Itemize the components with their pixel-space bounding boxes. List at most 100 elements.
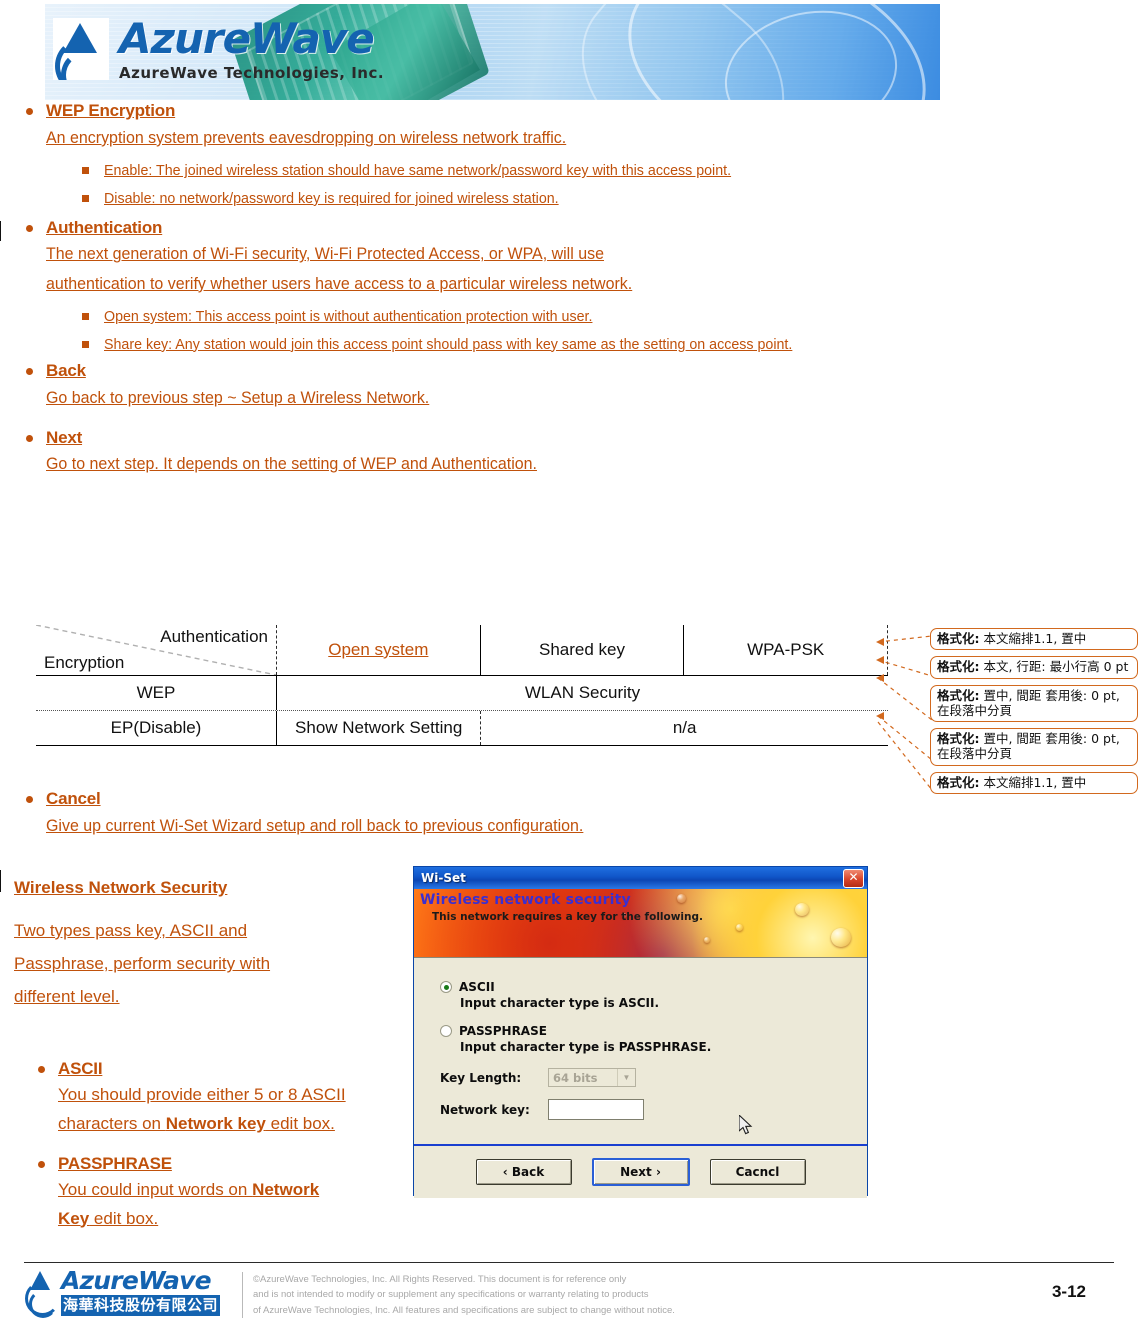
- radio-label-ascii: ASCII: [459, 980, 495, 994]
- wireless-network-security-block: Wireless Network Security Two types pass…: [14, 878, 404, 1013]
- section-body: Go to next step. It depends on the setti…: [46, 454, 537, 474]
- sub-item-text: Share key: Any station would join this a…: [104, 335, 793, 353]
- section-heading: Back: [46, 361, 86, 381]
- water-droplet-icon: [735, 924, 743, 932]
- item-bold-term: Network key: [165, 1113, 266, 1133]
- left-margin-mark-2: [0, 870, 4, 892]
- section-body-line-1: The next generation of Wi-Fi security, W…: [46, 244, 604, 264]
- format-callout-list: 格式化: 本文縮排1.1, 置中 格式化: 本文, 行距: 最小行高 0 pt …: [930, 628, 1138, 800]
- next-button[interactable]: Next ›: [591, 1158, 690, 1186]
- next-button-label: Next ›: [620, 1165, 661, 1179]
- list-item: Enable: The joined wireless station shou…: [80, 158, 1138, 185]
- sub-list: Enable: The joined wireless station shou…: [46, 158, 1138, 212]
- network-key-input[interactable]: [548, 1099, 644, 1120]
- back-button-label: ‹ Back: [502, 1165, 545, 1179]
- table-cell-na: n/a: [672, 718, 697, 737]
- encryption-authentication-table: Authentication Encryption Open system Sh…: [36, 625, 889, 746]
- key-length-value: 64 bits: [553, 1070, 598, 1085]
- format-callout: 格式化: 本文, 行距: 最小行高 0 pt: [930, 656, 1138, 679]
- banner-subtitle: This network requires a key for the foll…: [432, 911, 704, 923]
- section-body: Go back to previous step ~ Setup a Wirel…: [46, 388, 430, 408]
- table-col-shared-key: Shared key: [481, 625, 685, 675]
- table-col-open-system-label[interactable]: Open system: [328, 640, 428, 660]
- table-row: WEP WLAN Security: [36, 676, 888, 711]
- wi-set-dialog: Wi-Set ✕ Wireless network security This …: [413, 866, 868, 1198]
- page-number: 3-12: [1051, 1282, 1086, 1301]
- section-authentication: Authentication The next generation of Wi…: [0, 217, 1138, 359]
- list-item: Share key: Any station would join this a…: [80, 332, 1138, 359]
- section-wep-encryption: WEP Encryption An encryption system prev…: [0, 100, 1138, 213]
- item-body: You could input words on Network: [58, 1176, 414, 1205]
- sub-item-text: Enable: The joined wireless station shou…: [104, 162, 732, 180]
- radio-option-ascii[interactable]: ASCII: [440, 980, 867, 994]
- footer-azurewave-logo: AzureWave 海華科技股份有限公司: [24, 1266, 221, 1318]
- table-row-label-wep: WEP: [36, 676, 277, 710]
- item-bold-term-1: Network: [252, 1179, 320, 1199]
- callout-label: 格式化:: [937, 687, 980, 703]
- list-item-ascii: ASCII You should provide either 5 or 8 A…: [14, 1058, 414, 1139]
- item-heading: ASCII: [58, 1059, 103, 1078]
- network-key-row: Network key:: [440, 1099, 867, 1120]
- radio-button-ascii[interactable]: [440, 981, 452, 993]
- item-body-2: characters on Network key edit box.: [58, 1110, 414, 1139]
- callout-label: 格式化:: [937, 659, 980, 675]
- page-footer: AzureWave 海華科技股份有限公司 ©AzureWave Technolo…: [24, 1266, 1114, 1318]
- brand-tagline: AzureWave Technologies, Inc.: [119, 64, 385, 82]
- item-text-b: characters on: [58, 1113, 166, 1133]
- list-item: Open system: This access point is withou…: [80, 304, 1138, 331]
- section-cancel-wrap: Cancel Give up current Wi-Set Wizard set…: [0, 788, 900, 840]
- footer-divider: [24, 1262, 1114, 1263]
- dialog-titlebar: Wi-Set ✕: [414, 867, 867, 889]
- section-heading: Cancel: [46, 789, 101, 808]
- cancel-button-label: Cacncl: [735, 1165, 780, 1179]
- back-button[interactable]: ‹ Back: [475, 1159, 572, 1185]
- sub-item-text: Open system: This access point is withou…: [104, 307, 593, 325]
- key-length-row: Key Length: 64 bits ▼: [440, 1068, 867, 1087]
- radio-option-passphrase[interactable]: PASSPHRASE: [440, 1024, 867, 1038]
- azurewave-wave-icon: [24, 1268, 60, 1318]
- bullet-icon: [26, 224, 33, 232]
- item-bold-term-2: Key: [58, 1208, 90, 1228]
- square-bullet-icon: [82, 312, 89, 320]
- block-heading: Wireless Network Security: [14, 878, 228, 897]
- item-text-c: edit box.: [89, 1208, 159, 1228]
- radio-label-passphrase: PASSPHRASE: [459, 1024, 547, 1038]
- dialog-body: ASCII Input character type is ASCII. PAS…: [414, 958, 867, 1144]
- chevron-down-icon[interactable]: ▼: [617, 1069, 635, 1086]
- sub-list: Open system: This access point is withou…: [46, 304, 1138, 358]
- dialog-banner-image: Wireless network security This network r…: [414, 889, 867, 958]
- table-cell-wlan-security: WLAN Security: [524, 683, 641, 702]
- copyright-line-1: ©AzureWave Technologies, Inc. All Rights…: [253, 1274, 627, 1285]
- item-text-a: You could input words on: [58, 1179, 253, 1199]
- section-heading: Authentication: [46, 217, 163, 237]
- callout-label: 格式化:: [937, 774, 980, 790]
- key-type-list: ASCII You should provide either 5 or 8 A…: [14, 1058, 414, 1247]
- callout-leader-lines: [876, 630, 936, 791]
- table-cell-show-network-setting: Show Network Setting: [277, 711, 482, 745]
- block-body-line-1: Two types pass key, ASCII and: [14, 921, 248, 940]
- section-cancel: Cancel Give up current Wi-Set Wizard set…: [0, 788, 900, 840]
- water-droplet-icon: [703, 936, 710, 943]
- azurewave-wave-icon: [53, 18, 109, 80]
- format-callout: 格式化: 本文縮排1.1, 置中: [930, 628, 1138, 651]
- callout-value: 本文縮排1.1, 置中: [983, 774, 1087, 790]
- radio-description-ascii: Input character type is ASCII.: [460, 996, 660, 1010]
- block-body-line-2: Passphrase, perform security with: [14, 954, 271, 974]
- bullet-icon: [26, 108, 33, 115]
- close-icon[interactable]: ✕: [843, 868, 864, 888]
- footer-brand-name: AzureWave: [61, 1266, 212, 1295]
- key-length-label: Key Length:: [440, 1070, 522, 1085]
- square-bullet-icon: [82, 340, 89, 348]
- square-bullet-icon: [82, 194, 89, 202]
- network-key-label: Network key:: [440, 1102, 530, 1117]
- radio-button-passphrase[interactable]: [440, 1025, 452, 1037]
- section-back: Back Go back to previous step ~ Setup a …: [0, 360, 1138, 412]
- callout-value: 本文, 行距: 最小行高 0 pt: [983, 659, 1129, 675]
- cancel-button[interactable]: Cacncl: [709, 1159, 806, 1185]
- callout-label: 格式化:: [937, 731, 980, 746]
- bullet-icon: [26, 434, 33, 442]
- format-callout: 格式化: 置中, 間距 套用後: 0 pt, 在段落中分頁: [930, 684, 1138, 722]
- page-header-banner: AzureWave AzureWave Technologies, Inc.: [45, 4, 940, 100]
- footer-copyright: ©AzureWave Technologies, Inc. All Rights…: [242, 1272, 675, 1318]
- key-length-select[interactable]: 64 bits ▼: [548, 1068, 636, 1087]
